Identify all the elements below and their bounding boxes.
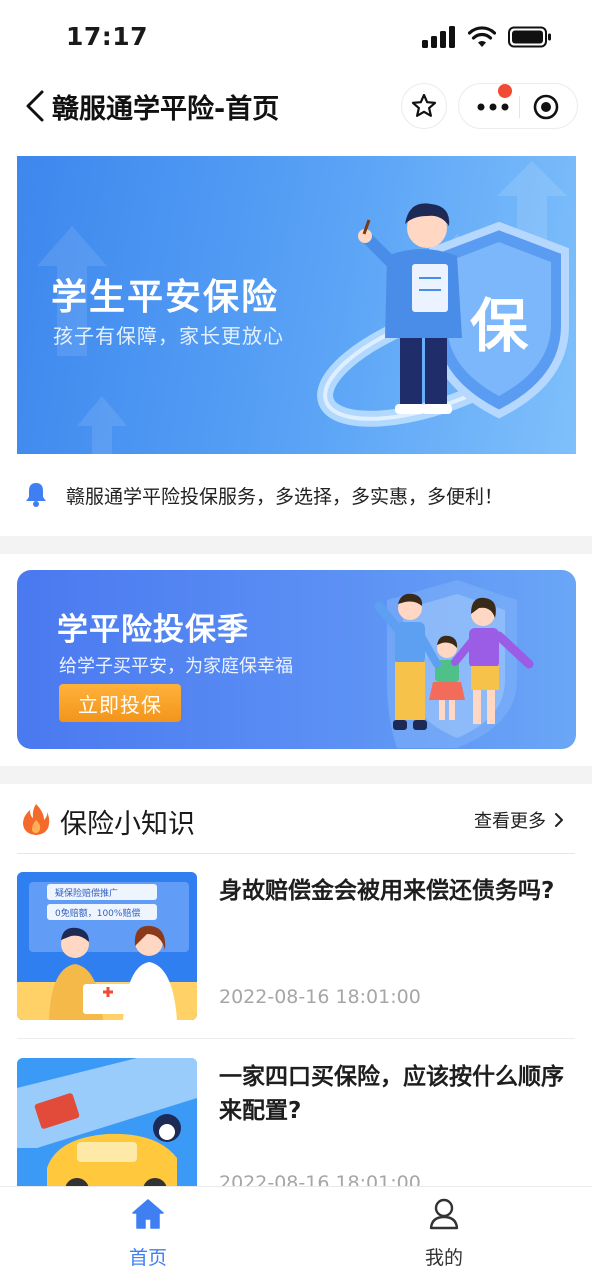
thumb-caption-1: 疑保险赔偿推广 (55, 887, 118, 899)
section-divider-line (17, 853, 575, 854)
article-thumbnail (17, 1058, 197, 1206)
tab-bar: 首页 我的 (0, 1186, 592, 1280)
notice-bar: 赣服通学平险投保服务，多选择，多实惠，多便利！ (0, 470, 592, 520)
article-title: 一家四口买保险，应该按什么顺序来配置? (219, 1064, 564, 1124)
fire-icon (23, 804, 50, 835)
buy-insurance-button[interactable]: 立即投保 (59, 684, 181, 722)
view-more-label: 查看更多 (474, 811, 546, 832)
article-item[interactable]: 疑保险赔偿推广 0免赔额，100%赔偿 身故赔偿金会被用来偿还债务吗? 2022… (17, 872, 575, 1022)
article-title: 身故赔偿金会被用来偿还债务吗? (219, 878, 555, 904)
doctor-illustration: 疑保险赔偿推广 0免赔额，100%赔偿 (17, 872, 197, 1020)
notice-text: 赣服通学平险投保服务，多选择，多实惠，多便利！ (66, 486, 504, 508)
hero-title: 学生平安保险 (51, 277, 280, 318)
cellular-signal-icon (422, 26, 455, 48)
person-icon (429, 1198, 459, 1230)
knowledge-section-header: 保险小知识 查看更多 (0, 790, 592, 850)
home-icon (132, 1199, 164, 1229)
section-title: 保险小知识 (60, 809, 195, 840)
chevron-right-icon (555, 813, 563, 827)
promo-banner[interactable]: 学平险投保季 给学子买平安，为家庭保幸福 立即投保 (17, 570, 576, 749)
status-time: 17:17 (66, 22, 149, 51)
promo-title: 学平险投保季 (57, 612, 249, 648)
car-illustration (17, 1058, 197, 1206)
mini-program-capsule (458, 83, 578, 129)
hero-banner[interactable]: 保 学生平安保险 孩子有保障，家长更放心 (17, 156, 576, 454)
back-arrow-icon[interactable] (20, 88, 50, 124)
view-more-link[interactable]: 查看更多 (474, 807, 564, 833)
favorite-button[interactable] (401, 83, 447, 129)
more-dots-icon (477, 103, 509, 111)
battery-icon (508, 26, 551, 48)
section-divider (0, 536, 592, 554)
tab-mine-label: 我的 (424, 1247, 463, 1269)
article-thumbnail: 疑保险赔偿推广 0免赔额，100%赔偿 (17, 872, 197, 1020)
status-icons (422, 26, 552, 48)
tab-mine[interactable]: 我的 (296, 1187, 592, 1280)
capsule-divider (519, 96, 520, 118)
tab-home[interactable]: 首页 (0, 1187, 296, 1280)
article-time: 2022-08-16 18:01:00 (219, 986, 421, 1008)
close-mini-program-button[interactable] (531, 93, 561, 121)
wifi-icon (468, 26, 496, 47)
tab-home-label: 首页 (128, 1247, 167, 1269)
status-bar: 17:17 (0, 0, 592, 78)
page-title: 赣服通学平险-首页 (52, 94, 280, 125)
star-icon (411, 93, 437, 117)
bell-icon (26, 483, 46, 507)
hero-subtitle: 孩子有保障，家长更放心 (53, 324, 284, 348)
notification-dot (498, 84, 512, 98)
section-divider (0, 766, 592, 784)
target-circle-icon (533, 94, 559, 120)
promo-subtitle: 给学子买平安，为家庭保幸福 (59, 656, 293, 677)
thumb-caption-2: 0免赔额，100%赔偿 (55, 907, 140, 919)
shield-character: 保 (470, 292, 529, 360)
article-divider (17, 1038, 575, 1039)
